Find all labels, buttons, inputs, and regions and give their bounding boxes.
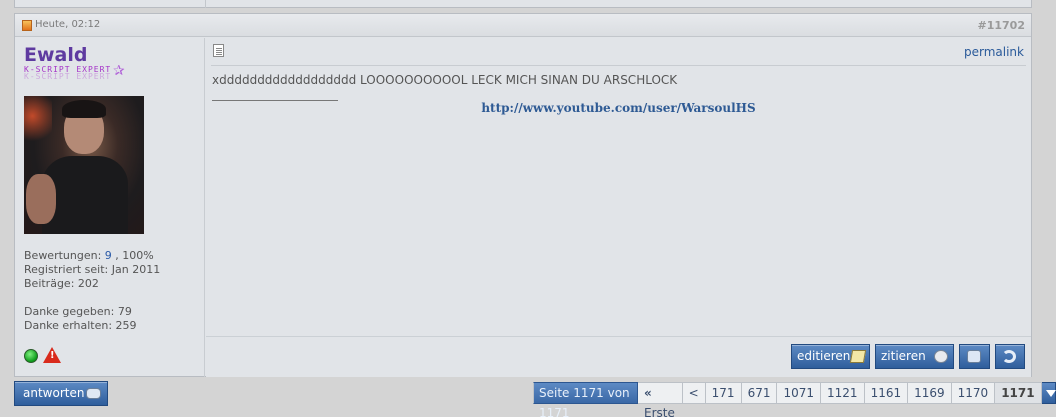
registered-date: Registriert seit: Jan 2011 bbox=[24, 263, 161, 276]
username-link[interactable]: Ewald bbox=[24, 44, 87, 66]
user-title: K-SCRIPT EXPERT bbox=[24, 65, 112, 74]
post-date: Heute, 02:12 bbox=[35, 19, 101, 30]
thanks-received: Danke erhalten: 259 bbox=[24, 319, 137, 332]
ratings-value-link[interactable]: 9 bbox=[105, 249, 112, 262]
current-page: 1171 bbox=[995, 382, 1042, 404]
multiquote-icon bbox=[967, 350, 981, 363]
page-link[interactable]: 1161 bbox=[864, 382, 909, 404]
speech-bubble-icon bbox=[86, 388, 101, 399]
ratings-line: Bewertungen: 9 , 100% bbox=[24, 249, 160, 263]
avatar-light bbox=[24, 96, 52, 146]
ratings-percent: , 100% bbox=[115, 249, 154, 262]
thanks-given: Danke gegeben: 79 bbox=[24, 305, 132, 318]
edit-button[interactable]: editieren bbox=[791, 344, 870, 369]
forum-post: Heute, 02:12 #11702 Ewald K-SCRIPT EXPER… bbox=[14, 13, 1032, 377]
page-jump-dropdown-icon[interactable] bbox=[1041, 382, 1056, 404]
quote-button-label: zitieren bbox=[881, 349, 926, 363]
post-content: permalink xdddddddddddddddddd LOOOOOOOOO… bbox=[206, 38, 1031, 377]
content-divider bbox=[211, 65, 1026, 66]
permalink-link[interactable]: permalink bbox=[964, 45, 1024, 59]
post-number-link[interactable]: #11702 bbox=[978, 19, 1026, 32]
first-page-arrow: « bbox=[644, 386, 652, 400]
ratings-label: Bewertungen: bbox=[24, 249, 102, 262]
star-icon: ✰ bbox=[113, 63, 125, 79]
user-stats: Bewertungen: 9 , 100% Registriert seit: … bbox=[24, 249, 160, 333]
multiquote-button[interactable] bbox=[959, 344, 990, 369]
reply-button-label: antworten bbox=[23, 386, 85, 400]
prev-page-link[interactable]: < bbox=[682, 382, 706, 404]
post-date-icon bbox=[22, 20, 32, 31]
post-actions-bar: editieren zitieren bbox=[206, 336, 1031, 377]
pagination: Seite 1171 von 1171 « Erste < 171 671 10… bbox=[533, 382, 1056, 417]
previous-post-fragment bbox=[14, 0, 1032, 8]
page-link[interactable]: 671 bbox=[741, 382, 778, 404]
edit-button-label: editieren bbox=[797, 349, 851, 363]
page-info[interactable]: Seite 1171 von 1171 bbox=[533, 382, 638, 417]
post-count: Beiträge: 202 bbox=[24, 277, 99, 290]
online-status-icon bbox=[24, 349, 38, 363]
document-icon bbox=[213, 44, 224, 57]
post-message: xdddddddddddddddddd LOOOOOOOOOOL LECK MI… bbox=[212, 73, 678, 87]
signature-youtube-link[interactable]: http://www.youtube.com/user/WarsoulHS bbox=[206, 101, 1031, 115]
page-link[interactable]: 1170 bbox=[951, 382, 996, 404]
first-page-link[interactable]: « Erste bbox=[638, 382, 683, 417]
user-info-column: Ewald K-SCRIPT EXPERT ✰ Bewertungen: 9 ,… bbox=[15, 38, 205, 377]
avatar[interactable] bbox=[24, 96, 144, 234]
column-divider bbox=[205, 0, 206, 8]
post-header: Heute, 02:12 #11702 bbox=[15, 14, 1031, 37]
reply-button[interactable]: antworten bbox=[14, 381, 108, 406]
edit-icon bbox=[849, 350, 867, 363]
avatar-hair bbox=[62, 100, 106, 118]
reply-arrow-icon bbox=[1002, 350, 1016, 363]
report-warning-icon[interactable] bbox=[43, 347, 61, 363]
avatar-arm bbox=[26, 174, 56, 224]
page-link[interactable]: 1071 bbox=[777, 382, 822, 404]
quote-icon bbox=[934, 350, 948, 363]
page-link[interactable]: 1121 bbox=[821, 382, 865, 404]
page-link[interactable]: 1169 bbox=[908, 382, 952, 404]
first-page-label: Erste bbox=[644, 406, 675, 417]
page-link[interactable]: 171 bbox=[705, 382, 742, 404]
quote-button[interactable]: zitieren bbox=[875, 344, 954, 369]
quick-reply-button[interactable] bbox=[995, 344, 1025, 369]
